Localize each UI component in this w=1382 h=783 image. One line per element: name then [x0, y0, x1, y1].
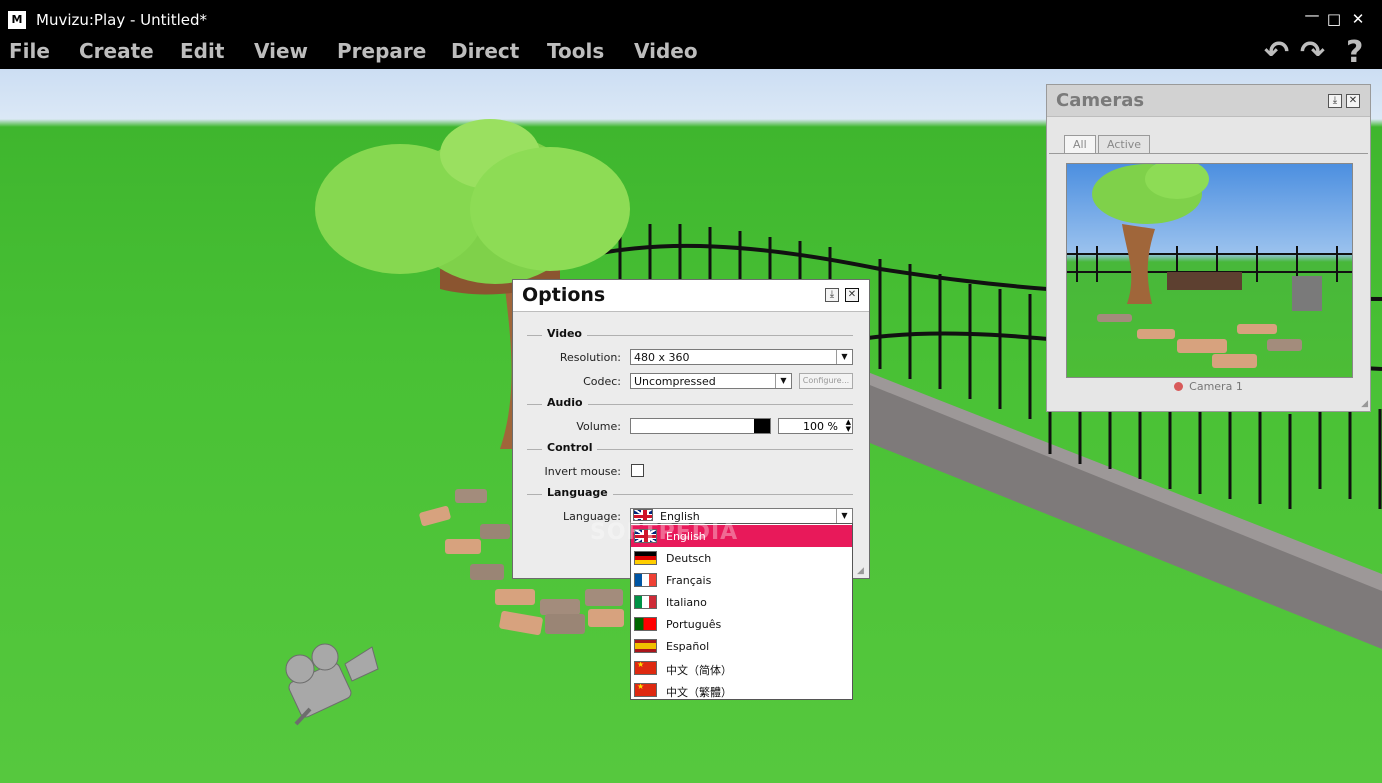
- menu-video[interactable]: Video: [634, 39, 698, 63]
- menu-bar: File Create Edit View Prepare Direct Too…: [0, 33, 1382, 70]
- invert-mouse-label: Invert mouse:: [544, 465, 621, 478]
- watermark: SOFTPEDIA: [590, 520, 739, 545]
- camera-item[interactable]: Camera 1: [1047, 380, 1370, 393]
- section-control: Control: [527, 441, 853, 456]
- language-option[interactable]: Português: [631, 613, 852, 635]
- tab-divider: [1049, 153, 1368, 154]
- volume-spinbox[interactable]: 100 % ▲ ▼: [778, 418, 853, 434]
- undo-icon[interactable]: ↶: [1264, 35, 1289, 70]
- volume-label: Volume:: [576, 420, 621, 433]
- language-option[interactable]: Español: [631, 635, 852, 657]
- maximize-icon[interactable]: □: [1325, 10, 1343, 28]
- spain-flag-icon: [634, 639, 657, 653]
- menu-view[interactable]: View: [254, 39, 308, 63]
- section-audio: Audio: [527, 396, 853, 411]
- window-title: Muvizu:Play - Untitled*: [36, 11, 207, 29]
- close-icon[interactable]: ✕: [1346, 94, 1360, 108]
- codec-select[interactable]: Uncompressed ▼: [630, 373, 792, 389]
- chevron-down-icon: ▼: [836, 509, 852, 523]
- minimize-icon[interactable]: —: [1303, 6, 1321, 24]
- volume-fill: [631, 419, 770, 433]
- menu-prepare[interactable]: Prepare: [337, 39, 426, 63]
- cameras-title: Cameras: [1056, 90, 1145, 111]
- menu-edit[interactable]: Edit: [180, 39, 224, 63]
- configure-button[interactable]: Configure...: [799, 373, 853, 389]
- pin-icon[interactable]: ⤓: [1328, 94, 1342, 108]
- help-icon[interactable]: ?: [1346, 35, 1363, 70]
- chevron-down-icon: ▼: [836, 350, 852, 364]
- china-flag-icon: [634, 661, 657, 675]
- cameras-panel: Cameras ⤓ ✕ All Active Camera 1 ◢: [1046, 84, 1371, 412]
- menu-tools[interactable]: Tools: [547, 39, 604, 63]
- china-flag-icon: [634, 683, 657, 697]
- camera-preview[interactable]: [1066, 163, 1353, 378]
- france-flag-icon: [634, 573, 657, 587]
- cameras-header: Cameras ⤓ ✕: [1047, 85, 1370, 117]
- section-language: Language: [527, 486, 853, 501]
- redo-icon[interactable]: ↷: [1300, 35, 1325, 70]
- language-option[interactable]: Deutsch: [631, 547, 852, 569]
- germany-flag-icon: [634, 551, 657, 565]
- camera-prop: [285, 643, 379, 726]
- options-title: Options: [522, 284, 606, 306]
- portugal-flag-icon: [634, 617, 657, 631]
- tab-active[interactable]: Active: [1098, 135, 1151, 153]
- menu-create[interactable]: Create: [79, 39, 154, 63]
- language-option[interactable]: 中文（简体）: [631, 657, 852, 679]
- options-header: Options ⤓ ✕: [513, 280, 869, 312]
- chevron-down-icon: ▼: [775, 374, 791, 388]
- pin-icon[interactable]: ⤓: [825, 288, 839, 302]
- language-option[interactable]: 中文（繁體）: [631, 679, 852, 701]
- resize-grip-icon[interactable]: ◢: [1361, 399, 1368, 409]
- tab-all[interactable]: All: [1064, 135, 1096, 153]
- spinner-arrows-icon[interactable]: ▲ ▼: [846, 419, 851, 433]
- close-icon[interactable]: ✕: [845, 288, 859, 302]
- menu-file[interactable]: File: [9, 39, 50, 63]
- camera-name: Camera 1: [1189, 380, 1243, 393]
- section-video: Video: [527, 327, 853, 342]
- language-option[interactable]: Italiano: [631, 591, 852, 613]
- volume-knob[interactable]: [754, 419, 770, 433]
- menu-direct[interactable]: Direct: [451, 39, 519, 63]
- app-logo-icon: M: [8, 11, 26, 29]
- camera-preview-graphics: [1067, 164, 1352, 368]
- resolution-label: Resolution:: [559, 351, 621, 364]
- language-option[interactable]: Français: [631, 569, 852, 591]
- invert-mouse-checkbox[interactable]: [631, 464, 644, 477]
- resize-grip-icon[interactable]: ◢: [857, 566, 867, 576]
- volume-slider[interactable]: [630, 418, 771, 434]
- camera-status-icon: [1174, 382, 1184, 391]
- stone-wall: [860, 379, 1382, 649]
- italy-flag-icon: [634, 595, 657, 609]
- resolution-select[interactable]: 480 x 360 ▼: [630, 349, 853, 365]
- close-icon[interactable]: ✕: [1349, 10, 1367, 28]
- codec-label: Codec:: [583, 375, 621, 388]
- language-dropdown-list: English Deutsch Français Italiano Portug…: [630, 523, 853, 700]
